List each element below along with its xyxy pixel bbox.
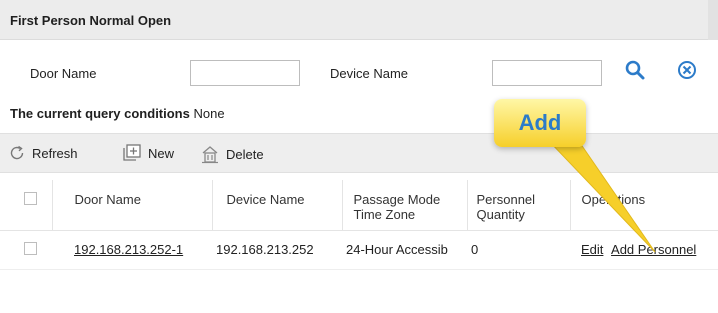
door-name-link[interactable]: 192.168.213.252-1 (74, 242, 183, 257)
refresh-button[interactable]: Refresh (8, 144, 78, 162)
delete-icon (202, 146, 218, 164)
select-all-checkbox[interactable] (24, 192, 37, 205)
col-header-door-name[interactable]: Door Name (52, 180, 213, 231)
device-name-label: Device Name (330, 66, 409, 81)
callout-arrow (547, 140, 656, 253)
door-name-label: Door Name (30, 66, 97, 81)
delete-label: Delete (226, 146, 264, 162)
query-conditions-label: The current query conditions (10, 106, 190, 121)
search-icon (625, 60, 645, 80)
refresh-icon (10, 145, 24, 160)
select-all-cell (0, 180, 53, 231)
row-select-cell (0, 230, 52, 270)
row-door-name-cell: 192.168.213.252-1 (52, 230, 212, 270)
search-button[interactable] (624, 59, 646, 81)
row-time-zone: 24-Hour Accessib (342, 230, 467, 270)
refresh-label: Refresh (32, 145, 78, 161)
callout-text: Add (518, 110, 562, 135)
clear-icon (678, 61, 696, 79)
row-checkbox[interactable] (24, 241, 37, 255)
new-icon (123, 144, 141, 161)
titlebar-edge (708, 0, 718, 40)
query-conditions-value: None (193, 106, 225, 121)
new-label: New (148, 145, 175, 161)
query-conditions: The current query conditions None (10, 106, 225, 121)
new-button[interactable]: New (122, 144, 174, 162)
delete-button[interactable]: Delete (200, 144, 264, 164)
page-title: First Person Normal Open (0, 0, 718, 40)
callout-bubble: Add (494, 99, 586, 147)
clear-button[interactable] (676, 59, 698, 81)
col-header-time-zone[interactable]: Passage Mode Time Zone (342, 180, 468, 231)
door-name-input[interactable] (190, 60, 300, 86)
page-title-text: First Person Normal Open (10, 13, 172, 28)
device-name-input[interactable] (492, 60, 602, 86)
col-header-device-name[interactable]: Device Name (212, 180, 343, 231)
row-device-name: 192.168.213.252 (212, 230, 342, 270)
